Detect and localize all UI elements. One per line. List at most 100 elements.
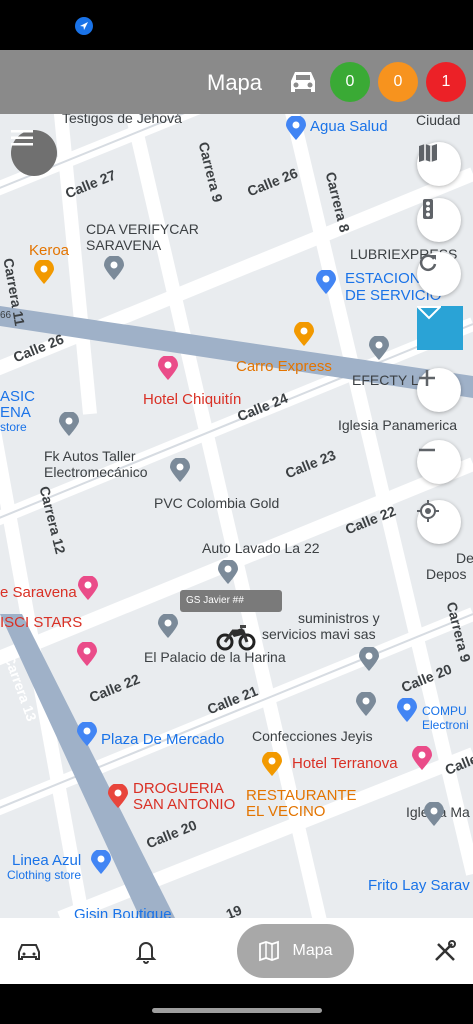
map-pin-icon[interactable] bbox=[356, 692, 376, 716]
place-label: Electromecánico bbox=[44, 464, 148, 480]
map-pin-icon[interactable] bbox=[77, 642, 97, 666]
place-label: Confecciones Jeyis bbox=[252, 728, 373, 744]
place-label: suministros y bbox=[298, 610, 380, 626]
place-label: Linea Azul bbox=[12, 852, 82, 869]
status-badge-green[interactable]: 0 bbox=[330, 62, 370, 102]
place-label: store bbox=[0, 420, 27, 434]
place-label: Hotel Chiquitín bbox=[143, 391, 242, 408]
map-pin-icon[interactable] bbox=[369, 336, 389, 360]
system-nav-area bbox=[0, 984, 473, 1024]
car-icon bbox=[18, 944, 40, 960]
place-label: Auto Lavado La 22 bbox=[202, 540, 320, 556]
car-icon[interactable] bbox=[286, 66, 320, 98]
status-bar bbox=[0, 0, 473, 50]
place-label: Clothing store bbox=[7, 868, 82, 882]
nav-vehicles[interactable] bbox=[14, 936, 44, 966]
map-pin-icon[interactable] bbox=[359, 647, 379, 671]
status-badge-red[interactable]: 1 bbox=[426, 62, 466, 102]
zoom-out-button[interactable] bbox=[417, 440, 461, 484]
place-label: ENA bbox=[0, 404, 31, 421]
hamburger-icon bbox=[11, 130, 33, 146]
place-label: Hotel Terranova bbox=[292, 755, 398, 772]
place-label: EFECTY L bbox=[352, 372, 419, 388]
map-pin-icon[interactable] bbox=[218, 560, 238, 584]
place-label: ISCI STARS bbox=[0, 614, 83, 631]
map-pin-icon[interactable] bbox=[78, 576, 98, 600]
refresh-icon bbox=[419, 254, 437, 271]
map-icon bbox=[259, 940, 280, 962]
place-label: servicios mavi sas bbox=[262, 626, 376, 642]
route-toggle-button[interactable] bbox=[417, 306, 463, 350]
map-pin-icon[interactable] bbox=[91, 850, 111, 874]
place-label: Iglesia Panamerica bbox=[338, 417, 458, 433]
motorcycle-icon[interactable] bbox=[216, 620, 256, 652]
map-pin-icon[interactable] bbox=[59, 412, 79, 436]
map-pin-icon[interactable] bbox=[104, 256, 124, 280]
place-label: Keroa bbox=[29, 242, 70, 259]
map-pin-icon[interactable] bbox=[294, 322, 314, 346]
vehicle-tooltip: GS Javier ## bbox=[180, 590, 282, 612]
nav-map[interactable]: Mapa bbox=[237, 924, 354, 978]
crosshair-icon bbox=[417, 500, 439, 522]
place-label: PVC Colombia Gold bbox=[154, 495, 280, 511]
minus-icon bbox=[419, 448, 435, 452]
place-label: Ciudad bbox=[416, 114, 461, 128]
place-label: Electroni bbox=[422, 718, 469, 732]
map-pin-icon[interactable] bbox=[34, 260, 54, 284]
place-label: Carro Express bbox=[236, 358, 332, 375]
map-pin-icon[interactable] bbox=[158, 356, 178, 380]
place-label: RESTAURANTE bbox=[246, 787, 357, 804]
place-label: ASIC bbox=[0, 388, 36, 405]
refresh-button[interactable] bbox=[417, 252, 461, 296]
place-label: Frito Lay Sarav bbox=[368, 877, 470, 894]
traffic-button[interactable] bbox=[417, 198, 461, 242]
place-label: Gisin Boutique bbox=[74, 906, 172, 918]
map-pin-icon[interactable] bbox=[286, 116, 306, 140]
place-label: SAN ANTONIO bbox=[133, 796, 236, 813]
location-arrow-icon bbox=[75, 17, 93, 35]
place-label: COMPU bbox=[422, 704, 467, 718]
bottom-nav: Mapa bbox=[0, 918, 473, 984]
map-pin-icon[interactable] bbox=[397, 698, 417, 722]
zoom-in-button[interactable] bbox=[417, 368, 461, 412]
map-type-button[interactable] bbox=[417, 142, 461, 186]
nav-map-label: Mapa bbox=[292, 942, 333, 959]
place-label: El Palacio de la Harina bbox=[144, 649, 286, 665]
route-icon bbox=[417, 306, 441, 320]
place-label: EL VECINO bbox=[246, 803, 326, 820]
map-pin-icon[interactable] bbox=[77, 722, 97, 746]
map-pin-icon[interactable] bbox=[170, 458, 190, 482]
route-label: 66 bbox=[0, 310, 12, 321]
map-pin-icon[interactable] bbox=[158, 614, 178, 638]
menu-button[interactable] bbox=[11, 130, 57, 176]
place-label: Plaza De Mercado bbox=[101, 731, 225, 748]
place-label: SARAVENA bbox=[86, 237, 162, 253]
map-pin-icon[interactable] bbox=[108, 784, 128, 808]
place-label: Fk Autos Taller bbox=[44, 448, 136, 464]
status-badge-orange[interactable]: 0 bbox=[378, 62, 418, 102]
map-pin-icon[interactable] bbox=[424, 802, 444, 826]
place-label: e Saravena bbox=[0, 584, 77, 601]
place-label: DROGUERIA bbox=[133, 780, 224, 797]
plus-icon bbox=[419, 370, 435, 386]
my-location-button[interactable] bbox=[417, 500, 461, 544]
tools-icon bbox=[435, 940, 456, 961]
place-label: De bbox=[456, 550, 473, 566]
app-header: Mapa 0 0 1 bbox=[0, 50, 473, 114]
map-pin-icon[interactable] bbox=[412, 746, 432, 770]
page-title: Mapa bbox=[207, 70, 263, 95]
map-icon bbox=[419, 144, 437, 162]
traffic-light-icon bbox=[423, 199, 433, 219]
map-view[interactable]: Testigos de Jehová Agua Salud Ciudad CDA… bbox=[0, 114, 473, 918]
place-label: Agua Salud bbox=[310, 118, 388, 135]
place-label: Depos bbox=[426, 566, 467, 582]
map-pin-icon[interactable] bbox=[316, 270, 336, 294]
nav-tools[interactable] bbox=[430, 936, 460, 966]
map-pin-icon[interactable] bbox=[262, 752, 282, 776]
home-indicator[interactable] bbox=[152, 1008, 322, 1013]
map-streets bbox=[0, 114, 473, 918]
place-label: CDA VERIFYCAR bbox=[86, 221, 199, 237]
place-label: ESTACION bbox=[345, 270, 421, 287]
nav-notifications[interactable] bbox=[131, 936, 161, 966]
place-label: Testigos de Jehová bbox=[62, 114, 182, 126]
